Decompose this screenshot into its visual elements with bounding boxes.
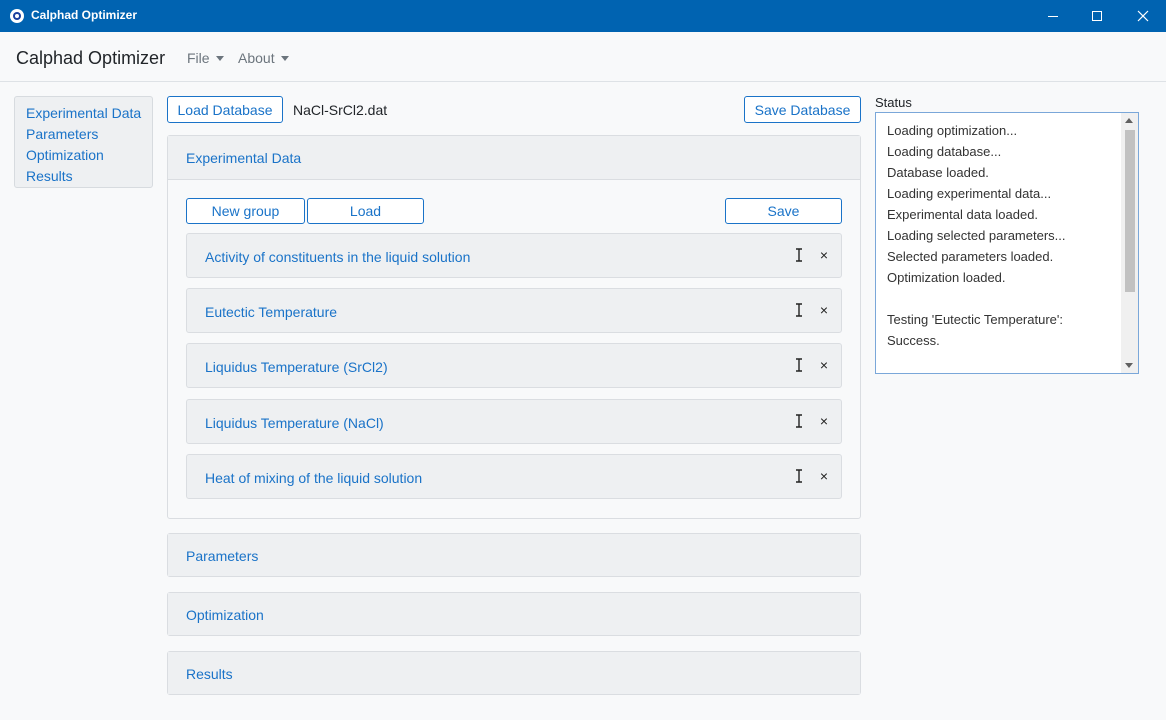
maximize-button[interactable] (1074, 0, 1120, 32)
text-cursor-icon[interactable] (793, 468, 805, 484)
navbar-brand: Calphad Optimizer (16, 48, 166, 68)
database-filename: NaCl-SrCl2.dat (293, 102, 388, 118)
maximize-icon (1092, 11, 1102, 21)
remove-group-icon[interactable]: × (817, 247, 831, 263)
window-titlebar: Calphad Optimizer (0, 0, 1166, 32)
group-label[interactable]: Activity of constituents in the liquid s… (205, 249, 470, 265)
close-button[interactable] (1120, 0, 1166, 32)
remove-group-icon[interactable]: × (817, 357, 831, 373)
text-cursor-icon[interactable] (793, 302, 805, 318)
navbar: Calphad Optimizer File About (0, 32, 1166, 82)
status-line (887, 288, 1122, 309)
status-line: Experimental data loaded. (887, 207, 1039, 222)
new-group-button[interactable]: New group (186, 198, 305, 224)
sidebar-item-parameters[interactable]: Parameters (26, 124, 152, 145)
window-title: Calphad Optimizer (31, 8, 138, 22)
menu-file-label: File (187, 50, 210, 66)
minimize-button[interactable] (1030, 0, 1076, 32)
menu-about-label: About (238, 50, 275, 66)
save-database-button[interactable]: Save Database (744, 96, 861, 123)
chevron-down-icon (280, 56, 289, 61)
status-line: Success. (887, 333, 940, 348)
group-label[interactable]: Eutectic Temperature (205, 304, 337, 320)
status-line: Optimization loaded. (887, 270, 1006, 285)
status-line: Loading selected parameters... (887, 228, 1066, 243)
app-logo-icon (10, 9, 24, 23)
status-log[interactable]: Loading optimization... Loading database… (875, 112, 1139, 374)
status-line: Selected parameters loaded. (887, 249, 1054, 264)
text-cursor-icon[interactable] (793, 357, 805, 373)
group-label[interactable]: Heat of mixing of the liquid solution (205, 470, 422, 486)
parameters-section: Parameters (167, 533, 861, 577)
group-label[interactable]: Liquidus Temperature (NaCl) (205, 415, 384, 431)
experimental-group-item: Liquidus Temperature (SrCl2) × (186, 343, 842, 388)
results-header[interactable]: Results (168, 652, 860, 694)
experimental-data-header[interactable]: Experimental Data (168, 136, 860, 180)
status-log-lines: Loading optimization... Loading database… (887, 120, 1122, 351)
load-database-button[interactable]: Load Database (167, 96, 283, 123)
parameters-header[interactable]: Parameters (168, 534, 860, 576)
scroll-down-icon[interactable] (1125, 363, 1133, 368)
scroll-up-icon[interactable] (1125, 118, 1133, 123)
optimization-section: Optimization (167, 592, 861, 636)
status-line: Loading experimental data... (887, 186, 1052, 201)
remove-group-icon[interactable]: × (817, 413, 831, 429)
menu-about[interactable]: About (238, 50, 289, 66)
text-cursor-icon[interactable] (793, 247, 805, 263)
sidebar-nav: Experimental Data Parameters Optimizatio… (14, 96, 153, 188)
remove-group-icon[interactable]: × (817, 468, 831, 484)
results-section: Results (167, 651, 861, 695)
sidebar-item-optimization[interactable]: Optimization (26, 145, 152, 166)
status-line: Database loaded. (887, 165, 989, 180)
menu-file[interactable]: File (187, 50, 224, 66)
status-scrollbar[interactable] (1121, 113, 1138, 373)
experimental-group-item: Eutectic Temperature × (186, 288, 842, 333)
remove-group-icon[interactable]: × (817, 302, 831, 318)
chevron-down-icon (215, 56, 224, 61)
group-label[interactable]: Liquidus Temperature (SrCl2) (205, 359, 388, 375)
scrollbar-thumb[interactable] (1125, 130, 1135, 292)
status-line: Loading database... (887, 144, 1002, 159)
minimize-icon (1048, 15, 1058, 17)
experimental-group-item: Liquidus Temperature (NaCl) × (186, 399, 842, 444)
close-icon (1137, 10, 1149, 22)
load-experimental-button[interactable]: Load (307, 198, 424, 224)
experimental-group-item: Heat of mixing of the liquid solution × (186, 454, 842, 499)
save-experimental-button[interactable]: Save (725, 198, 842, 224)
sidebar-item-experimental-data[interactable]: Experimental Data (26, 103, 152, 124)
experimental-group-item: Activity of constituents in the liquid s… (186, 233, 842, 278)
text-cursor-icon[interactable] (793, 413, 805, 429)
optimization-header[interactable]: Optimization (168, 593, 860, 635)
status-line: Loading optimization... (887, 123, 1018, 138)
status-line: Testing 'Eutectic Temperature': (887, 312, 1063, 327)
sidebar-item-results[interactable]: Results (26, 166, 152, 187)
status-label: Status (875, 95, 912, 110)
